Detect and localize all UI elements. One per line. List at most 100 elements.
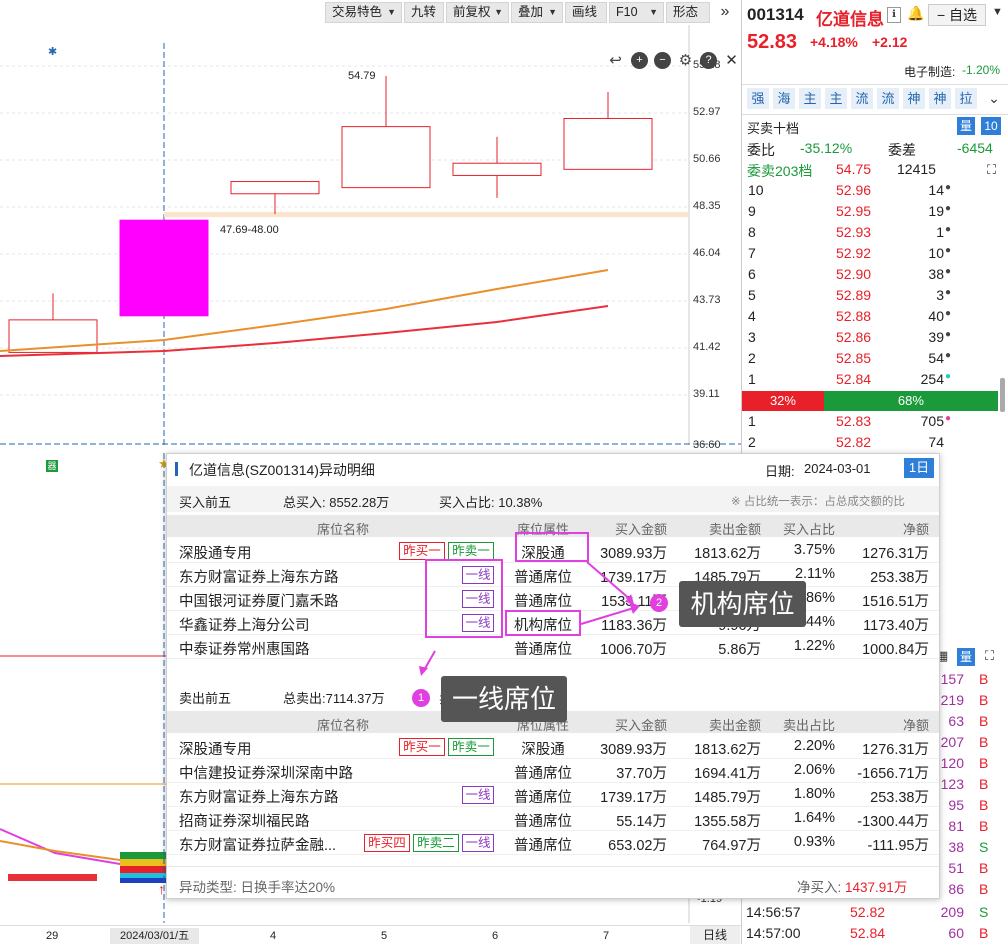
ask-price: 52.89 xyxy=(836,287,872,303)
bid-volume: 705 xyxy=(920,413,944,429)
trade-volume: 86 xyxy=(948,881,964,897)
abnormal-detail-popup: 亿道信息(SZ001314)异动明细 日期: 2024-03-01 1日 买入前… xyxy=(166,453,940,899)
watchlist-button[interactable]: − 自选 xyxy=(928,4,986,26)
annotation-label-jigou: 机构席位 xyxy=(679,581,806,627)
ask-level: 8 xyxy=(748,224,756,240)
trade-time: 14:57:00 xyxy=(746,925,801,941)
toolbar-trade-features-button[interactable]: 交易特色 ▼ xyxy=(325,2,402,23)
annotation-number: 2 xyxy=(650,594,668,612)
trade-price: 52.84 xyxy=(850,925,886,941)
trade-volume: 51 xyxy=(948,860,964,876)
dot-icon: ● xyxy=(945,329,952,340)
stock-name: 亿道信息 xyxy=(816,10,884,29)
date-label-current: 2024/03/01/五 xyxy=(110,928,200,944)
indicator-tab[interactable]: 海 xyxy=(773,88,795,109)
toolbar-more-icon[interactable]: » xyxy=(712,2,738,23)
ask-row[interactable]: 7 52.92 10 ● xyxy=(742,244,1004,265)
close-icon[interactable]: ✕ xyxy=(723,52,740,69)
divider xyxy=(742,84,1008,85)
industry-label[interactable]: 电子制造: xyxy=(904,63,955,80)
toolbar-pattern-button[interactable]: 形态 xyxy=(666,2,710,23)
toolbar-draw-button[interactable]: 画线 xyxy=(565,2,607,23)
ask-price: 52.84 xyxy=(836,371,872,387)
sub-bar xyxy=(120,866,166,873)
toolbar-jiuzhuan-button[interactable]: 九转 xyxy=(404,2,444,23)
weimai-volume: 12415 xyxy=(897,161,936,177)
trade-volume: 81 xyxy=(948,818,964,834)
dot-icon: ● xyxy=(945,308,952,319)
ask-row[interactable]: 9 52.95 19 ● xyxy=(742,202,1004,223)
bid-row[interactable]: 2 52.82 74 xyxy=(742,433,1004,454)
zoom-out-icon[interactable]: − xyxy=(654,52,671,69)
indicator-tab[interactable]: 流 xyxy=(851,88,873,109)
candle-body xyxy=(230,181,320,195)
ask-row[interactable]: 5 52.89 3 ● xyxy=(742,286,1004,307)
indicator-tab[interactable]: 拉 xyxy=(955,88,977,109)
trades-volume-toggle[interactable]: 量 xyxy=(957,648,975,666)
scrollbar[interactable] xyxy=(1000,378,1005,412)
trade-volume: 123 xyxy=(940,776,964,792)
ask-row[interactable]: 3 52.86 39 ● xyxy=(742,328,1004,349)
toolbar-overlay-button[interactable]: 叠加 ▼ xyxy=(511,2,563,23)
ask-row[interactable]: 6 52.90 38 ● xyxy=(742,265,1004,286)
ask-volume: 3 xyxy=(936,287,944,303)
orderbook-depth-toggle[interactable]: 10 xyxy=(981,117,1001,135)
indicator-tab[interactable]: 主 xyxy=(799,88,821,109)
date-axis: 29 2024/03/01/五 4 5 6 7 日线 xyxy=(0,925,741,944)
zoom-in-icon[interactable]: + xyxy=(631,52,648,69)
indicator-toggle-icon[interactable]: 器 xyxy=(46,460,58,472)
chevron-down-icon[interactable]: ▼ xyxy=(992,6,1003,18)
help-icon[interactable]: ? xyxy=(700,52,717,69)
expand-icon[interactable]: ⛶ xyxy=(985,648,994,664)
ask-row[interactable]: 1 52.84 254 ● xyxy=(742,370,1004,391)
change-amount: +2.12 xyxy=(872,34,908,50)
dropdown-arrow-icon: ▼ xyxy=(387,7,396,17)
chart-toolbar: 交易特色 ▼ 九转 前复权 ▼ 叠加 ▼ 画线 F10 ▼ 形态 » xyxy=(0,0,741,25)
orderbook-title: 买卖十档 xyxy=(747,121,800,136)
indicator-tab[interactable]: 强 xyxy=(747,88,769,109)
sub-bar xyxy=(8,874,97,881)
ask-row[interactable]: 10 52.96 14 ● xyxy=(742,181,1004,202)
trade-volume: 38 xyxy=(948,839,964,855)
kline-chart[interactable]: 55.2852.9750.6648.3546.0443.7341.4239.11… xyxy=(0,25,741,451)
share-icon[interactable]: ↩ xyxy=(607,52,624,69)
chevron-down-icon[interactable]: ⌄ xyxy=(985,88,1003,109)
resistance-band xyxy=(164,212,689,218)
indicator-tab[interactable]: 神 xyxy=(929,88,951,109)
bid-row[interactable]: 1 52.83 705 ● xyxy=(742,412,1004,433)
toolbar-f10-button[interactable]: F10 ▼ xyxy=(609,2,664,23)
ask-row[interactable]: 4 52.88 40 ● xyxy=(742,307,1004,328)
candle-body xyxy=(341,126,431,189)
ask-volume: 1 xyxy=(936,224,944,240)
price-label: 48.35 xyxy=(693,199,721,212)
ask-row[interactable]: 2 52.85 54 ● xyxy=(742,349,1004,370)
indicator-tab[interactable]: 神 xyxy=(903,88,925,109)
trading-app: 交易特色▼ 九转 前复权▼ 叠加▼ 画线 F10▼ 形态 » 55.2852.9… xyxy=(0,0,1008,944)
bid-price: 52.82 xyxy=(836,434,872,450)
ask-volume: 39 xyxy=(928,329,944,345)
trade-row: 14:56:57 52.82 209 S xyxy=(742,903,1004,924)
trade-side: B xyxy=(979,818,989,834)
toolbar-adjust-button[interactable]: 前复权 ▼ xyxy=(446,2,509,23)
dropdown-arrow-icon: ▼ xyxy=(548,7,557,17)
indicator-tab[interactable]: 主 xyxy=(825,88,847,109)
ask-volume: 40 xyxy=(928,308,944,324)
bell-icon[interactable]: 🔔 xyxy=(907,5,924,22)
dropdown-arrow-icon: ▼ xyxy=(494,7,503,17)
ask-row[interactable]: 8 52.93 1 ● xyxy=(742,223,1004,244)
high-annotation: 54.79 xyxy=(348,70,376,82)
gear-icon[interactable]: ⚙ xyxy=(677,52,694,69)
ask-level: 6 xyxy=(748,266,756,282)
indicator-tab[interactable]: 流 xyxy=(877,88,899,109)
orderbook-volume-toggle[interactable]: 量 xyxy=(957,117,975,135)
trade-side: B xyxy=(979,797,989,813)
expand-icon[interactable]: ⛶ xyxy=(987,162,996,178)
date-label: 4 xyxy=(270,930,277,942)
sub-bar xyxy=(120,852,166,859)
weibi-label: 委比 xyxy=(747,142,775,158)
ask-price: 52.95 xyxy=(836,203,872,219)
sub-indicator-panel[interactable]: 器 ★ -1.19 ↑ xyxy=(0,453,722,923)
info-icon[interactable]: ℹ xyxy=(887,7,901,23)
period-selector[interactable]: 日线 xyxy=(690,926,740,944)
price-label: 36.60 xyxy=(693,439,721,451)
